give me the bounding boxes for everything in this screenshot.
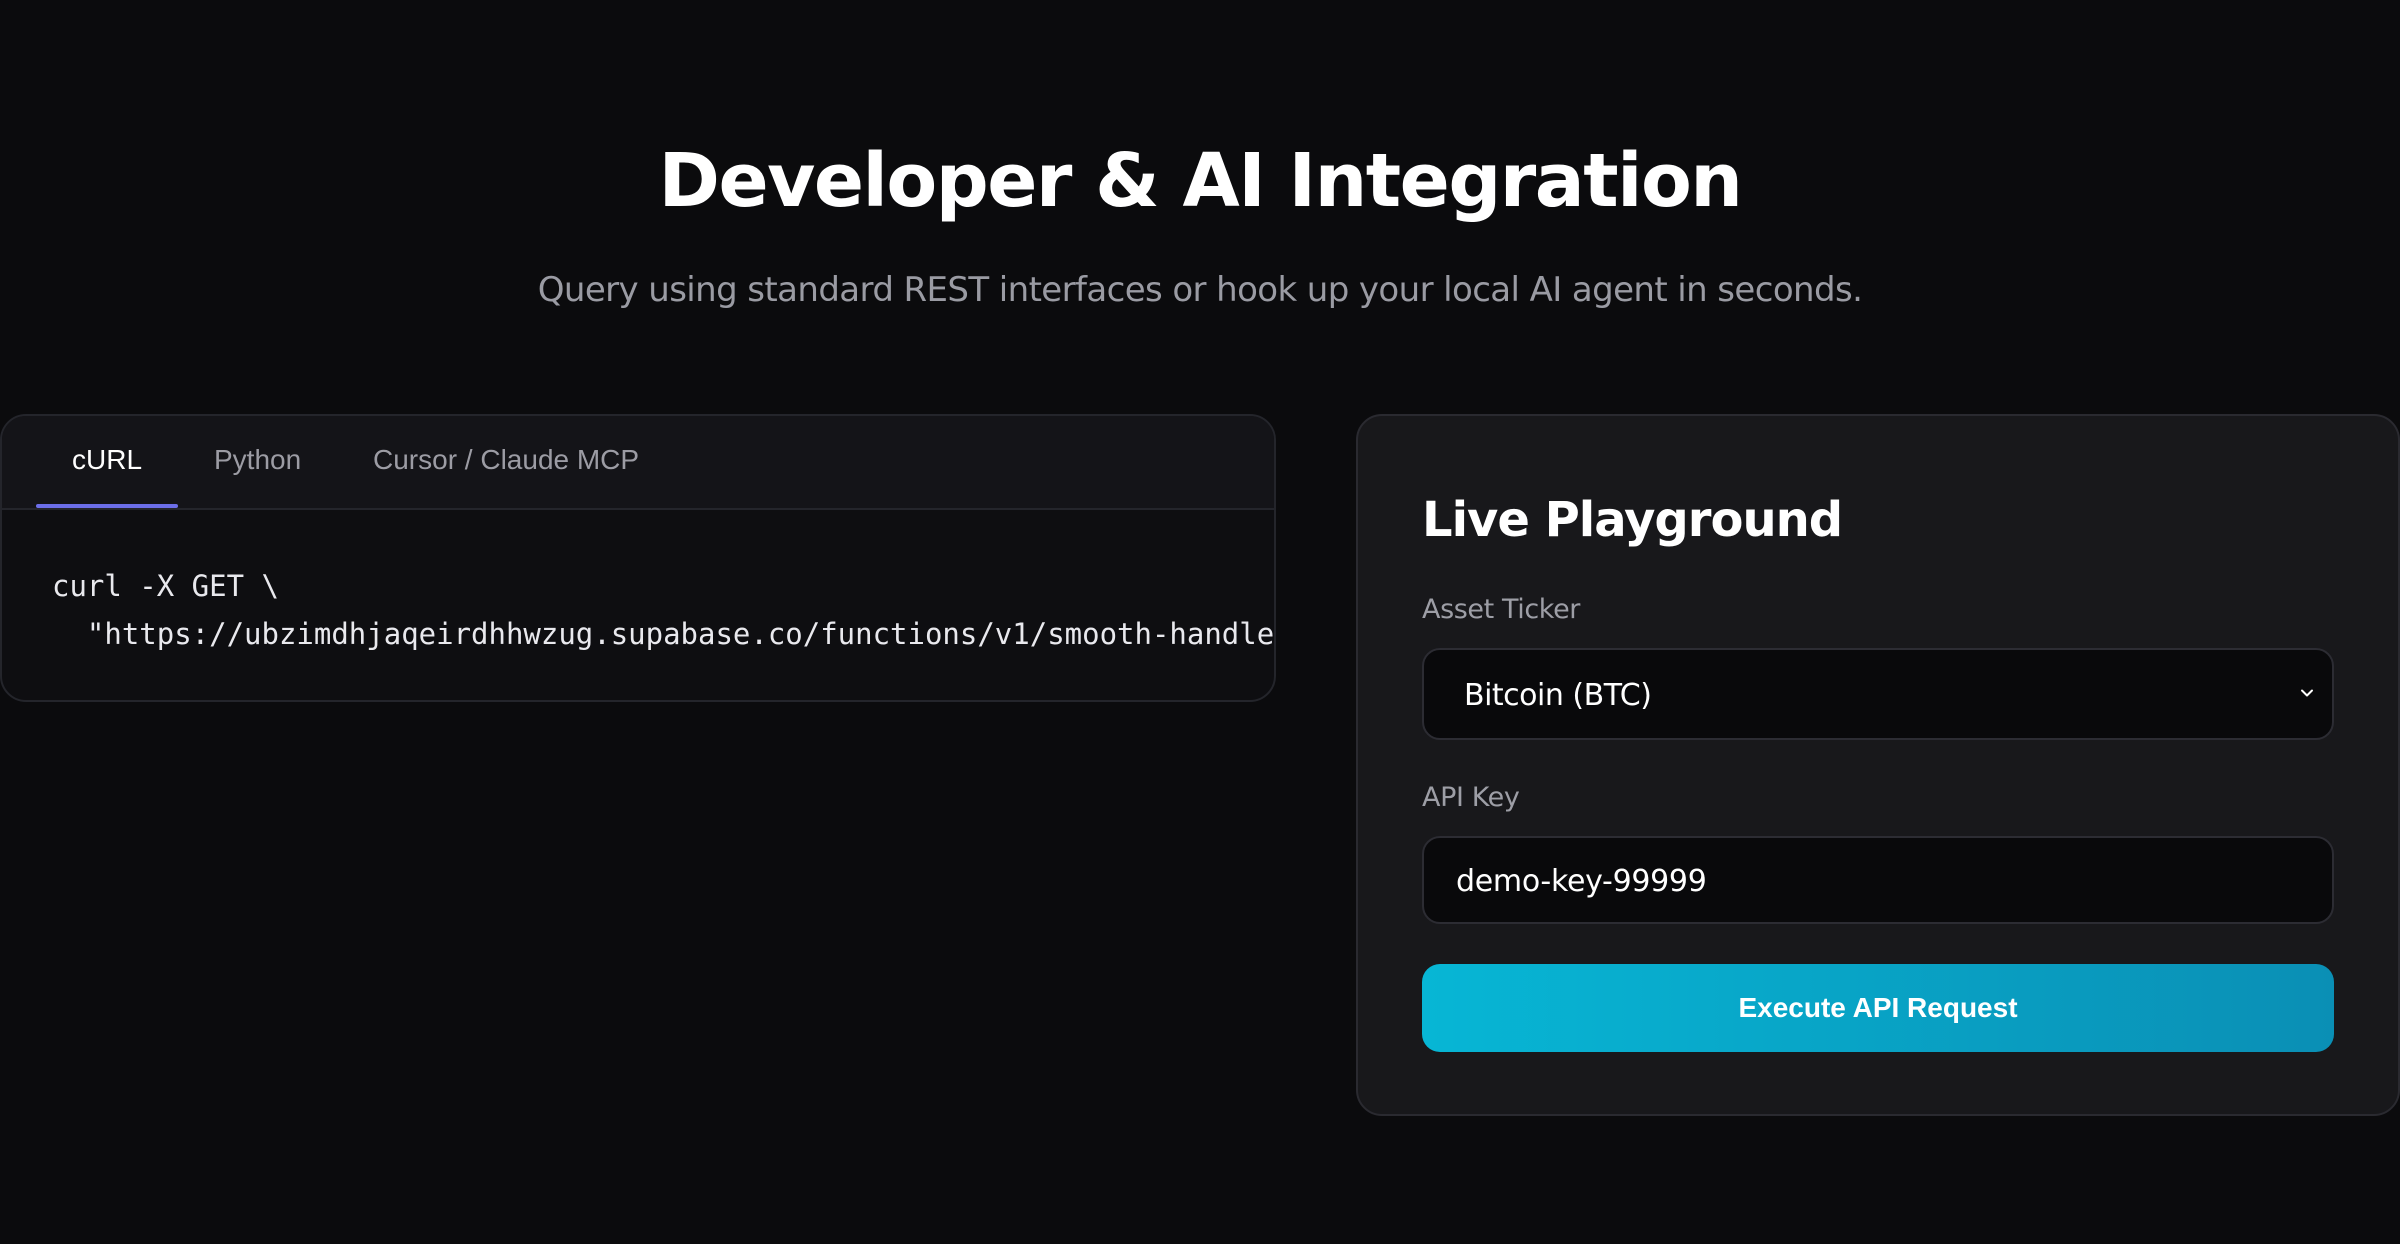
asset-ticker-select[interactable]: Bitcoin (BTC) (1422, 648, 2334, 740)
asset-ticker-value: Bitcoin (BTC) (1464, 678, 1652, 713)
section-subtitle: Query using standard REST interfaces or … (537, 270, 1863, 310)
tab-curl[interactable]: cURL (72, 444, 142, 476)
execute-api-request-button[interactable]: Execute API Request (1422, 964, 2334, 1052)
active-tab-indicator (36, 504, 178, 508)
developer-integration-section: Developer & AI Integration Query using s… (0, 0, 2400, 1244)
code-line: curl -X GET \ (52, 569, 279, 603)
code-block: curl -X GET \ "https://ubzimdhjaqeirdhhw… (52, 562, 1276, 658)
tab-cursor-claude-mcp[interactable]: Cursor / Claude MCP (373, 444, 639, 476)
code-line: "https://ubzimdhjaqeirdhhwzug.supabase.c… (52, 617, 1276, 651)
chevron-down-icon (2301, 689, 2313, 697)
code-panel: cURL Python Cursor / Claude MCP curl -X … (0, 414, 1276, 702)
section-title: Developer & AI Integration (658, 138, 1743, 224)
api-key-value: demo-key-99999 (1456, 864, 1707, 899)
tab-python[interactable]: Python (214, 444, 301, 476)
api-key-input[interactable]: demo-key-99999 (1422, 836, 2334, 924)
live-playground-card: Live Playground Asset Ticker Bitcoin (BT… (1356, 414, 2400, 1116)
playground-title: Live Playground (1422, 492, 1843, 548)
api-key-label: API Key (1422, 782, 1520, 813)
asset-ticker-label: Asset Ticker (1422, 594, 1580, 625)
code-tabs: cURL Python Cursor / Claude MCP (2, 416, 1274, 510)
